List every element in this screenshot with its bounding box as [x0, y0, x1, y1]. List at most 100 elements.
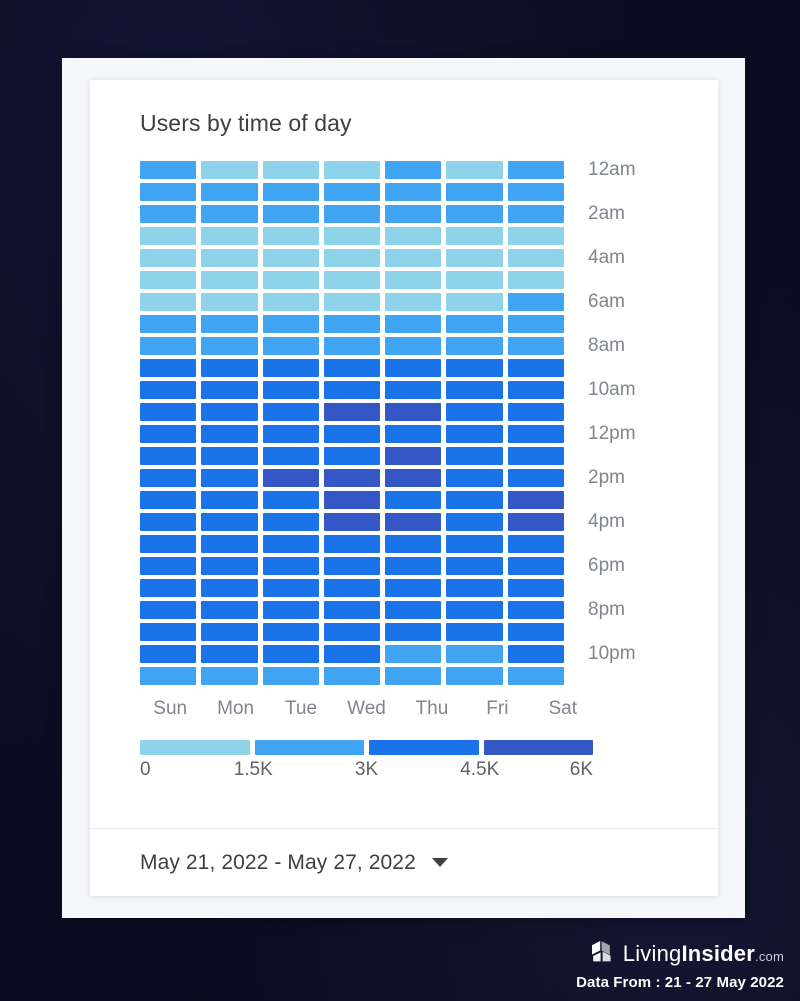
heatmap-cell[interactable]: [507, 205, 564, 223]
heatmap-cell[interactable]: [323, 205, 381, 223]
heatmap-cell[interactable]: [140, 579, 197, 597]
heatmap-cell[interactable]: [446, 425, 503, 443]
heatmap-cell[interactable]: [262, 425, 319, 443]
heatmap-cell[interactable]: [323, 469, 381, 487]
heatmap-cell[interactable]: [262, 557, 319, 575]
heatmap-cell[interactable]: [446, 337, 503, 355]
heatmap-cell[interactable]: [262, 491, 319, 509]
heatmap-cell[interactable]: [323, 183, 381, 201]
heatmap-cell[interactable]: [201, 425, 258, 443]
heatmap-cell[interactable]: [140, 293, 197, 311]
heatmap-cell[interactable]: [507, 271, 564, 289]
heatmap-cell[interactable]: [201, 447, 258, 465]
heatmap-cell[interactable]: [323, 491, 381, 509]
heatmap-cell[interactable]: [140, 183, 197, 201]
heatmap-cell[interactable]: [385, 359, 442, 377]
heatmap-cell[interactable]: [385, 513, 442, 531]
heatmap-cell[interactable]: [201, 623, 258, 641]
heatmap-cell[interactable]: [140, 205, 197, 223]
heatmap-cell[interactable]: [201, 315, 258, 333]
heatmap-cell[interactable]: [446, 381, 503, 399]
heatmap-cell[interactable]: [262, 447, 319, 465]
heatmap-cell[interactable]: [507, 183, 564, 201]
heatmap-cell[interactable]: [507, 535, 564, 553]
heatmap-cell[interactable]: [262, 645, 319, 663]
heatmap-cell[interactable]: [385, 557, 442, 575]
heatmap-cell[interactable]: [446, 359, 503, 377]
heatmap-cell[interactable]: [385, 425, 442, 443]
heatmap-cell[interactable]: [385, 623, 442, 641]
heatmap-cell[interactable]: [385, 271, 442, 289]
heatmap-cell[interactable]: [323, 315, 381, 333]
heatmap-cell[interactable]: [385, 447, 442, 465]
heatmap-cell[interactable]: [262, 359, 319, 377]
heatmap-cell[interactable]: [201, 557, 258, 575]
heatmap-cell[interactable]: [507, 557, 564, 575]
heatmap-cell[interactable]: [201, 271, 258, 289]
heatmap-cell[interactable]: [446, 513, 503, 531]
heatmap-cell[interactable]: [201, 469, 258, 487]
heatmap-cell[interactable]: [385, 249, 442, 267]
heatmap-cell[interactable]: [262, 161, 319, 179]
heatmap-cell[interactable]: [140, 667, 197, 685]
heatmap-cell[interactable]: [201, 645, 258, 663]
heatmap-cell[interactable]: [201, 491, 258, 509]
heatmap-cell[interactable]: [201, 205, 258, 223]
heatmap-cell[interactable]: [507, 491, 564, 509]
heatmap-cell[interactable]: [446, 579, 503, 597]
heatmap-cell[interactable]: [140, 249, 197, 267]
heatmap-cell[interactable]: [323, 381, 381, 399]
heatmap-cell[interactable]: [262, 315, 319, 333]
heatmap-cell[interactable]: [323, 645, 381, 663]
heatmap-cell[interactable]: [446, 447, 503, 465]
heatmap-cell[interactable]: [446, 403, 503, 421]
heatmap-cell[interactable]: [140, 359, 197, 377]
heatmap-cell[interactable]: [507, 161, 564, 179]
heatmap-cell[interactable]: [507, 403, 564, 421]
date-range-selector[interactable]: May 21, 2022 - May 27, 2022: [140, 851, 416, 875]
heatmap-cell[interactable]: [446, 249, 503, 267]
heatmap-cell[interactable]: [323, 667, 381, 685]
heatmap-cell[interactable]: [262, 271, 319, 289]
heatmap-cell[interactable]: [385, 535, 442, 553]
heatmap-cell[interactable]: [385, 469, 442, 487]
heatmap-cell[interactable]: [262, 381, 319, 399]
heatmap-cell[interactable]: [323, 557, 381, 575]
heatmap-cell[interactable]: [385, 667, 442, 685]
heatmap-cell[interactable]: [323, 249, 381, 267]
heatmap-cell[interactable]: [140, 513, 197, 531]
heatmap-cell[interactable]: [385, 645, 442, 663]
heatmap-cell[interactable]: [201, 183, 258, 201]
heatmap-cell[interactable]: [446, 315, 503, 333]
heatmap-cell[interactable]: [323, 535, 381, 553]
heatmap-cell[interactable]: [323, 337, 381, 355]
heatmap-cell[interactable]: [446, 271, 503, 289]
heatmap-cell[interactable]: [507, 601, 564, 619]
heatmap-cell[interactable]: [323, 601, 381, 619]
heatmap-cell[interactable]: [385, 161, 442, 179]
heatmap-cell[interactable]: [140, 557, 197, 575]
heatmap-cell[interactable]: [446, 557, 503, 575]
heatmap-cell[interactable]: [507, 447, 564, 465]
heatmap-cell[interactable]: [323, 293, 381, 311]
heatmap-cell[interactable]: [507, 623, 564, 641]
heatmap-cell[interactable]: [262, 249, 319, 267]
heatmap-cell[interactable]: [507, 293, 564, 311]
heatmap-cell[interactable]: [201, 227, 258, 245]
heatmap-cell[interactable]: [140, 271, 197, 289]
heatmap-cell[interactable]: [385, 293, 442, 311]
heatmap-cell[interactable]: [201, 161, 258, 179]
heatmap-cell[interactable]: [385, 227, 442, 245]
heatmap-cell[interactable]: [446, 535, 503, 553]
heatmap-cell[interactable]: [446, 623, 503, 641]
heatmap-cell[interactable]: [140, 227, 197, 245]
heatmap-cell[interactable]: [262, 403, 319, 421]
heatmap-cell[interactable]: [140, 161, 197, 179]
heatmap-cell[interactable]: [323, 579, 381, 597]
heatmap-cell[interactable]: [140, 425, 197, 443]
heatmap-cell[interactable]: [385, 381, 442, 399]
heatmap-cell[interactable]: [385, 491, 442, 509]
heatmap-cell[interactable]: [323, 359, 381, 377]
heatmap-cell[interactable]: [507, 469, 564, 487]
heatmap-cell[interactable]: [262, 293, 319, 311]
